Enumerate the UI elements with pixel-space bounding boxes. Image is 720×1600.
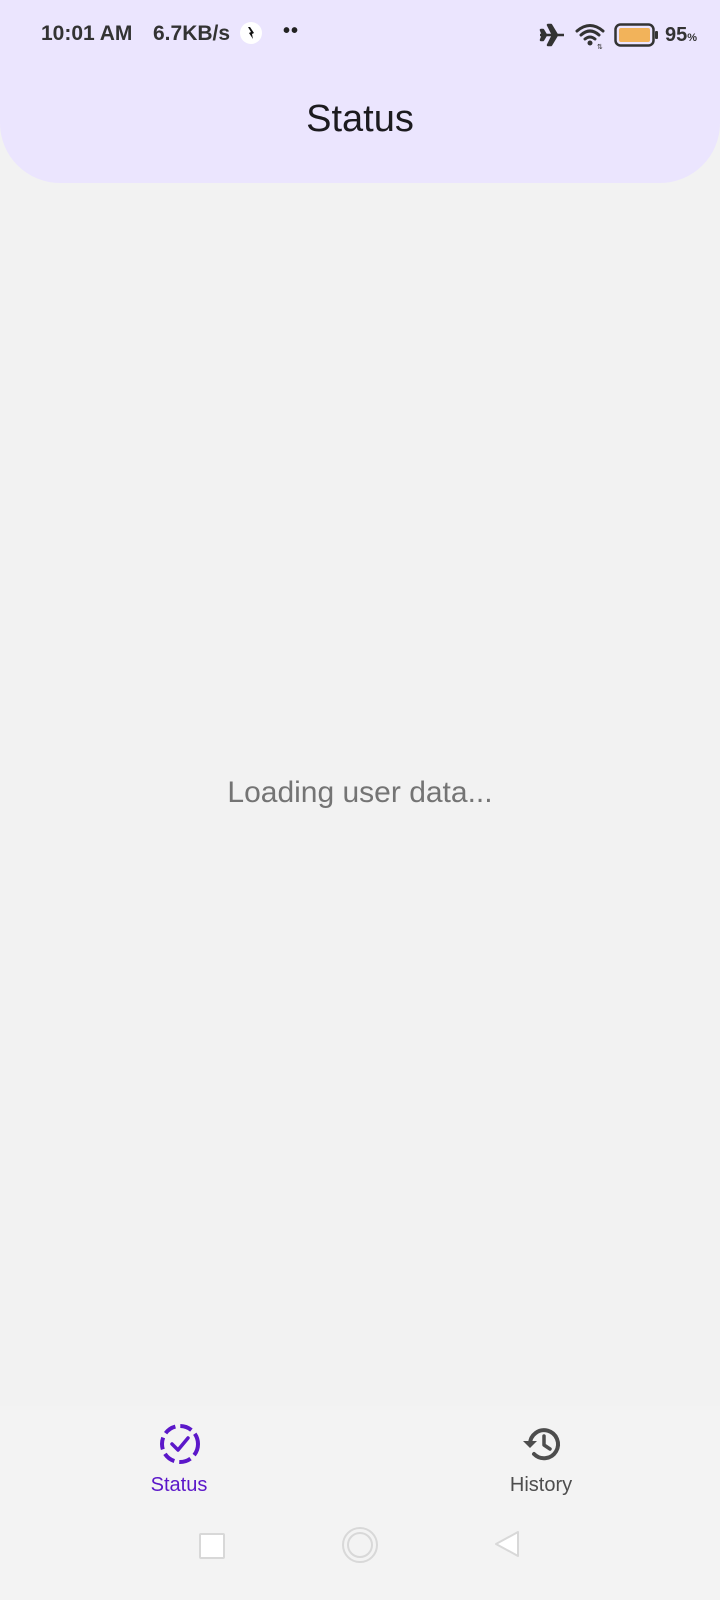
status-time: 10:01 AM xyxy=(41,22,133,45)
nav-label-history: History xyxy=(509,1474,573,1496)
notification-icon xyxy=(240,22,262,44)
app-header: 10:01 AM 6.7KB/s •• ⇅ 95% Status xyxy=(0,0,720,183)
battery-icon xyxy=(614,22,660,48)
nav-item-history[interactable]: History xyxy=(441,1406,641,1506)
recent-apps-button[interactable] xyxy=(199,1533,225,1559)
wifi-icon: ⇅ xyxy=(574,20,606,51)
status-bar: 10:01 AM 6.7KB/s •• ⇅ 95% xyxy=(0,0,720,70)
more-notifications-icon: •• xyxy=(283,20,300,42)
nav-item-status[interactable]: Status xyxy=(79,1406,279,1506)
battery-percentage-unit: % xyxy=(687,32,698,44)
status-check-icon xyxy=(158,1422,202,1466)
battery-percentage: 95% xyxy=(665,24,697,47)
home-button[interactable] xyxy=(342,1527,378,1563)
nav-label-status: Status xyxy=(150,1474,208,1496)
airplane-mode-icon xyxy=(537,20,567,50)
battery-percentage-value: 95 xyxy=(665,24,688,46)
page-title: Status xyxy=(306,98,414,140)
system-navigation-bar xyxy=(0,1506,720,1600)
history-icon xyxy=(520,1422,564,1466)
svg-text:⇅: ⇅ xyxy=(597,43,603,50)
network-speed: 6.7KB/s xyxy=(153,22,231,45)
back-button[interactable] xyxy=(492,1529,522,1559)
loading-message: Loading user data... xyxy=(227,776,493,809)
bottom-navigation: Status History xyxy=(0,1406,720,1506)
